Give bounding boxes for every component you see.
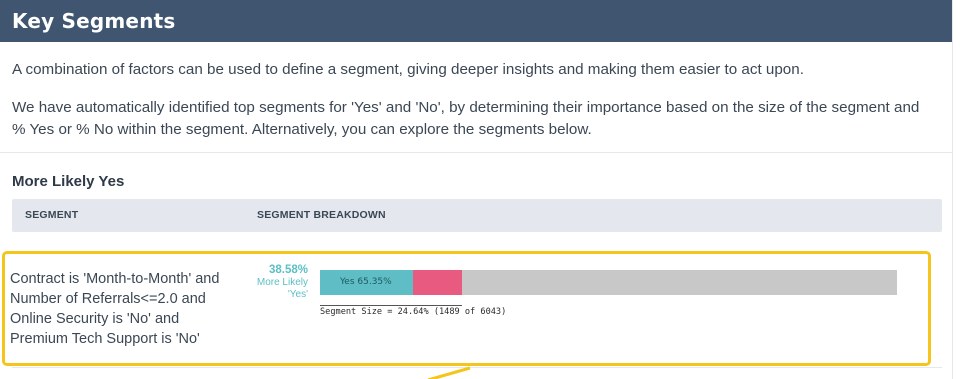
segment-size-indicator: [320, 305, 463, 306]
bar-yes-portion[interactable]: Yes 65.35%: [320, 270, 413, 295]
section-divider: [0, 152, 952, 153]
column-header-breakdown: SEGMENT BREAKDOWN: [257, 209, 386, 221]
segment-condition: Number of Referrals<=2.0 and: [10, 291, 206, 307]
bar-remainder: [462, 270, 897, 295]
segment-breakdown-bar[interactable]: Yes 65.35%: [320, 270, 897, 295]
segment-condition: Premium Tech Support is 'No': [10, 331, 200, 347]
likely-label: More Likely: [256, 277, 308, 288]
segment-condition: Contract is 'Month-to-Month' and: [10, 271, 220, 287]
likely-percentage: 38.58%: [268, 264, 308, 276]
bar-yes-label: Yes 65.35%: [340, 277, 392, 287]
description-paragraph-2: We have automatically identified top seg…: [12, 99, 920, 138]
page-header: Key Segments: [0, 0, 952, 42]
likely-label-value: 'Yes': [287, 289, 308, 300]
segment-condition: Online Security is 'No' and: [10, 311, 180, 327]
page-title: Key Segments: [12, 9, 176, 33]
segment-definition: Contract is 'Month-to-Month' and Number …: [10, 269, 245, 349]
table-header: SEGMENT SEGMENT BREAKDOWN: [12, 199, 942, 232]
callout-pointer-icon: [427, 366, 471, 379]
likely-yes-indicator: 38.58% More Likely 'Yes': [246, 264, 308, 301]
bar-no-portion[interactable]: [412, 270, 463, 295]
section-title: More Likely Yes: [12, 173, 125, 190]
panel-border: [952, 0, 953, 379]
column-header-segment: SEGMENT: [25, 209, 79, 221]
description-paragraph-1: A combination of factors can be used to …: [12, 61, 804, 78]
segment-size-text: Segment Size = 24.64% (1489 of 6043): [320, 307, 507, 317]
